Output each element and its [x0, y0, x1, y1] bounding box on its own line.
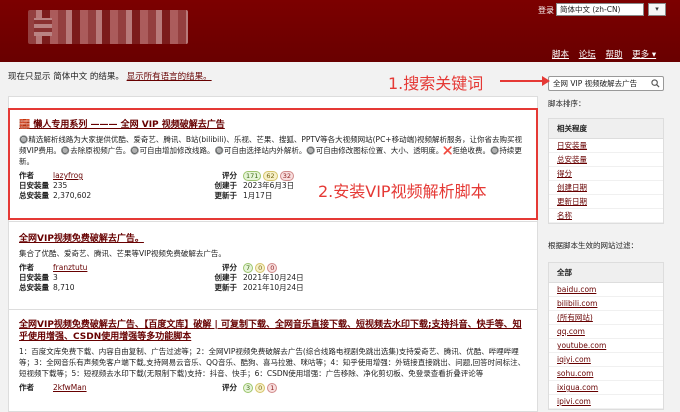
site-item[interactable]: iqiyi.com	[549, 353, 663, 367]
site-item[interactable]: (所有网站)	[549, 311, 663, 325]
login-link[interactable]: 登录	[538, 5, 554, 16]
site-item[interactable]: qq.com	[549, 325, 663, 339]
author-link[interactable]: franztutu	[53, 263, 87, 272]
script-description: 1：百度文库免费下载、内容自由复制、广告过滤等；2：全网VIP视频免费破解去广告…	[19, 347, 526, 378]
sort-total-installs[interactable]: 总安装量	[549, 153, 663, 167]
list-item: 全网VIP视频免费破解去广告、【百度文库】破解 | 可复制下载、全网音乐直接下载…	[19, 319, 527, 393]
sort-panel: 相关程度 日安装量 总安装量 得分 创建日期 更新日期 名称	[548, 118, 664, 224]
site-item[interactable]: sohu.com	[549, 367, 663, 381]
sort-name[interactable]: 名称	[549, 209, 663, 223]
site-item[interactable]: ipivi.com	[549, 395, 663, 409]
daily-installs-label: 日安装量	[19, 273, 49, 282]
total-installs: 8,710	[53, 283, 75, 292]
search-input[interactable]: 全网 VIP 视频破解去广告	[548, 76, 664, 91]
divider	[9, 309, 537, 310]
author-label: 作者	[19, 263, 34, 272]
divider	[9, 221, 537, 222]
search-value: 全网 VIP 视频破解去广告	[553, 79, 638, 88]
author-link[interactable]: 2kfwMan	[53, 383, 87, 392]
search-icon[interactable]	[651, 79, 660, 88]
script-title-link[interactable]: 全网VIP视频免费破解去广告、【百度文库】破解 | 可复制下载、全网音乐直接下载…	[19, 319, 527, 343]
sort-daily-installs[interactable]: 日安装量	[549, 139, 663, 153]
rating-good: 7	[243, 263, 254, 273]
rating-bad: 0	[267, 263, 278, 273]
annotation-install-script: 2.安装VIP视频解析脚本	[318, 182, 487, 201]
script-title-link[interactable]: 全网VIP视频免费破解去广告。	[19, 233, 527, 245]
script-stats: 作者 franztutu 评分 700 日安装量 3 创建于 2021年10月24日 …	[19, 263, 527, 293]
site-item[interactable]: bilibili.com	[549, 297, 663, 311]
list-item: 全网VIP视频免费破解去广告。 集合了优酷、爱奇艺、腾讯、芒果等VIP视频免费破…	[19, 233, 527, 293]
sort-created[interactable]: 创建日期	[549, 181, 663, 195]
script-description: 集合了优酷、爱奇艺、腾讯、芒果等VIP视频免费破解去广告。	[19, 249, 226, 258]
nav-scripts[interactable]: 脚本	[552, 50, 569, 60]
language-dropdown-icon[interactable]: ▾	[648, 3, 666, 16]
script-stats: 作者 2kfwMan 评分 301	[19, 383, 527, 393]
site-item[interactable]: baidu.com	[549, 283, 663, 297]
daily-installs: 3	[53, 273, 58, 282]
site-all[interactable]: 全部	[549, 263, 663, 283]
rating-ok: 0	[255, 263, 266, 273]
rating-good: 3	[243, 383, 254, 393]
author-label: 作者	[19, 383, 34, 392]
site-logo[interactable]	[28, 10, 188, 44]
filter-text: 现在只显示 简体中文 的结果。	[8, 72, 124, 82]
site-filter-panel: 全部 baidu.com bilibili.com (所有网站) qq.com …	[548, 262, 664, 410]
updated-label: 更新于	[214, 283, 238, 292]
rating-bad: 1	[267, 383, 278, 393]
site-item[interactable]: ixigua.com	[549, 381, 663, 395]
rating-label: 评分	[222, 383, 237, 392]
language-select[interactable]: 简体中文 (zh-CN)	[556, 3, 644, 16]
annotation-search-keyword: 1.搜索关键词	[388, 74, 484, 93]
sort-score[interactable]: 得分	[549, 167, 663, 181]
nav-more[interactable]: 更多 ▾	[632, 50, 656, 60]
show-all-languages-link[interactable]: 显示所有语言的结果。	[127, 72, 212, 82]
nav-help[interactable]: 帮助	[605, 50, 622, 60]
created-label: 创建于	[214, 273, 238, 282]
total-installs-label: 总安装量	[19, 283, 49, 292]
site-filter-label: 根据脚本生效的网站过滤：	[548, 241, 638, 250]
nav-forum[interactable]: 论坛	[579, 50, 596, 60]
highlight-box	[8, 108, 538, 220]
language-filter-notice: 现在只显示 简体中文 的结果。 显示所有语言的结果。	[8, 70, 212, 82]
created-date: 2021年10月24日	[243, 273, 304, 282]
sort-relevance[interactable]: 相关程度	[549, 119, 663, 139]
updated-date: 2021年10月24日	[243, 283, 304, 292]
logo-mark-icon	[34, 18, 52, 36]
site-header: 登录 简体中文 (zh-CN) ▾ 脚本 论坛 帮助 更多 ▾	[0, 0, 680, 62]
rating-ok: 0	[255, 383, 266, 393]
rating-label: 评分	[222, 263, 237, 272]
sort-label: 脚本排序：	[548, 99, 586, 108]
sort-updated[interactable]: 更新日期	[549, 195, 663, 209]
site-item[interactable]: youtube.com	[549, 339, 663, 353]
main-nav: 脚本 论坛 帮助 更多 ▾	[552, 48, 663, 60]
annotation-arrow-icon	[500, 76, 550, 86]
